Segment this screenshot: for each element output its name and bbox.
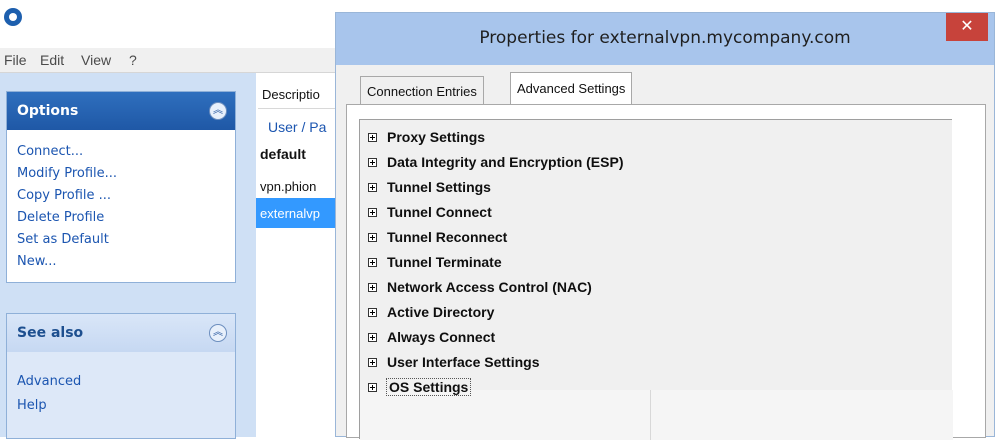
tree-item-active-directory[interactable]: Active Directory — [368, 301, 494, 323]
expand-plus-icon[interactable] — [368, 132, 377, 142]
menu-edit[interactable]: Edit — [40, 52, 64, 68]
set-as-default-link[interactable]: Set as Default — [17, 232, 109, 247]
menu-file[interactable]: File — [4, 52, 27, 68]
tree-item-data-integrity[interactable]: Data Integrity and Encryption (ESP) — [368, 151, 623, 173]
new-profile-link[interactable]: New... — [17, 254, 57, 269]
tree-item-proxy-settings[interactable]: Proxy Settings — [368, 126, 485, 148]
profile-row-default[interactable]: default — [260, 146, 336, 162]
tree-item-tunnel-connect[interactable]: Tunnel Connect — [368, 201, 492, 223]
modify-profile-link[interactable]: Modify Profile... — [17, 166, 117, 181]
expand-plus-icon[interactable] — [368, 207, 377, 217]
advanced-settings-panel: Proxy Settings Data Integrity and Encryp… — [346, 104, 986, 440]
list-group-header: User / Pa — [268, 119, 327, 135]
options-panel-header[interactable]: Options ︽ — [7, 92, 235, 130]
tree-item-label: Tunnel Reconnect — [387, 229, 508, 245]
tree-item-label: Tunnel Settings — [387, 179, 491, 195]
tree-divider — [650, 390, 651, 440]
help-link[interactable]: Help — [17, 398, 47, 413]
column-header-description[interactable]: Descriptio — [258, 79, 336, 109]
dialog-title: Properties for externalvpn.mycompany.com — [479, 28, 851, 48]
delete-profile-link[interactable]: Delete Profile — [17, 210, 104, 225]
options-panel-title: Options — [17, 103, 79, 119]
see-also-panel-title: See also — [17, 325, 84, 341]
app-titlebar — [0, 0, 340, 46]
tree-item-label: OS Settings — [385, 378, 472, 396]
tree-item-tunnel-settings[interactable]: Tunnel Settings — [368, 176, 491, 198]
properties-dialog: Properties for externalvpn.mycompany.com… — [335, 12, 995, 440]
tree-item-always-connect[interactable]: Always Connect — [368, 326, 495, 348]
close-icon[interactable]: ✕ — [946, 13, 988, 41]
expand-plus-icon[interactable] — [368, 357, 377, 367]
tree-item-user-interface-settings[interactable]: User Interface Settings — [368, 351, 540, 373]
see-also-panel: See also ︽ Advanced Help — [6, 313, 236, 439]
expand-plus-icon[interactable] — [368, 257, 377, 267]
expand-plus-icon[interactable] — [368, 382, 377, 392]
tree-item-label: Active Directory — [387, 304, 495, 320]
collapse-options-icon[interactable]: ︽ — [209, 102, 227, 120]
settings-tree[interactable]: Proxy Settings Data Integrity and Encryp… — [359, 119, 953, 440]
profile-row-vpn-phion[interactable]: vpn.phion — [260, 179, 336, 194]
menu-help[interactable]: ? — [129, 52, 137, 68]
tree-item-label: Tunnel Terminate — [387, 254, 502, 270]
tree-item-label: Proxy Settings — [387, 129, 486, 145]
tree-item-label: Always Connect — [387, 329, 496, 345]
expand-plus-icon[interactable] — [368, 282, 377, 292]
tree-item-label: Network Access Control (NAC) — [387, 279, 592, 295]
tree-item-label: Data Integrity and Encryption (ESP) — [387, 154, 624, 170]
app-gear-icon[interactable] — [4, 8, 22, 26]
collapse-see-also-icon[interactable]: ︽ — [209, 324, 227, 342]
tree-item-tunnel-reconnect[interactable]: Tunnel Reconnect — [368, 226, 507, 248]
tree-item-tunnel-terminate[interactable]: Tunnel Terminate — [368, 251, 502, 273]
tree-item-label: User Interface Settings — [387, 354, 540, 370]
see-also-panel-header[interactable]: See also ︽ — [7, 314, 235, 352]
tab-advanced-settings[interactable]: Advanced Settings — [510, 72, 633, 105]
profile-row-externalvpn[interactable]: externalvp — [260, 206, 336, 221]
connect-link[interactable]: Connect... — [17, 144, 83, 159]
expand-plus-icon[interactable] — [368, 157, 377, 167]
task-pane: Options ︽ Connect... Modify Profile... C… — [0, 73, 256, 439]
expand-plus-icon[interactable] — [368, 307, 377, 317]
dialog-titlebar[interactable]: Properties for externalvpn.mycompany.com… — [336, 13, 994, 65]
menu-view[interactable]: View — [81, 52, 111, 68]
advanced-link[interactable]: Advanced — [17, 374, 81, 389]
options-panel: Options ︽ Connect... Modify Profile... C… — [6, 91, 236, 283]
tree-item-os-settings[interactable]: OS Settings — [368, 376, 472, 398]
tree-item-nac[interactable]: Network Access Control (NAC) — [368, 276, 592, 298]
copy-profile-link[interactable]: Copy Profile ... — [17, 188, 111, 203]
tree-item-label: Tunnel Connect — [387, 204, 492, 220]
expand-plus-icon[interactable] — [368, 332, 377, 342]
tab-connection-entries[interactable]: Connection Entries — [360, 76, 484, 104]
menu-bar: File Edit View ? — [0, 48, 340, 73]
expand-plus-icon[interactable] — [368, 232, 377, 242]
profile-list: Descriptio User / Pa default vpn.phion e… — [256, 73, 336, 437]
expand-plus-icon[interactable] — [368, 182, 377, 192]
